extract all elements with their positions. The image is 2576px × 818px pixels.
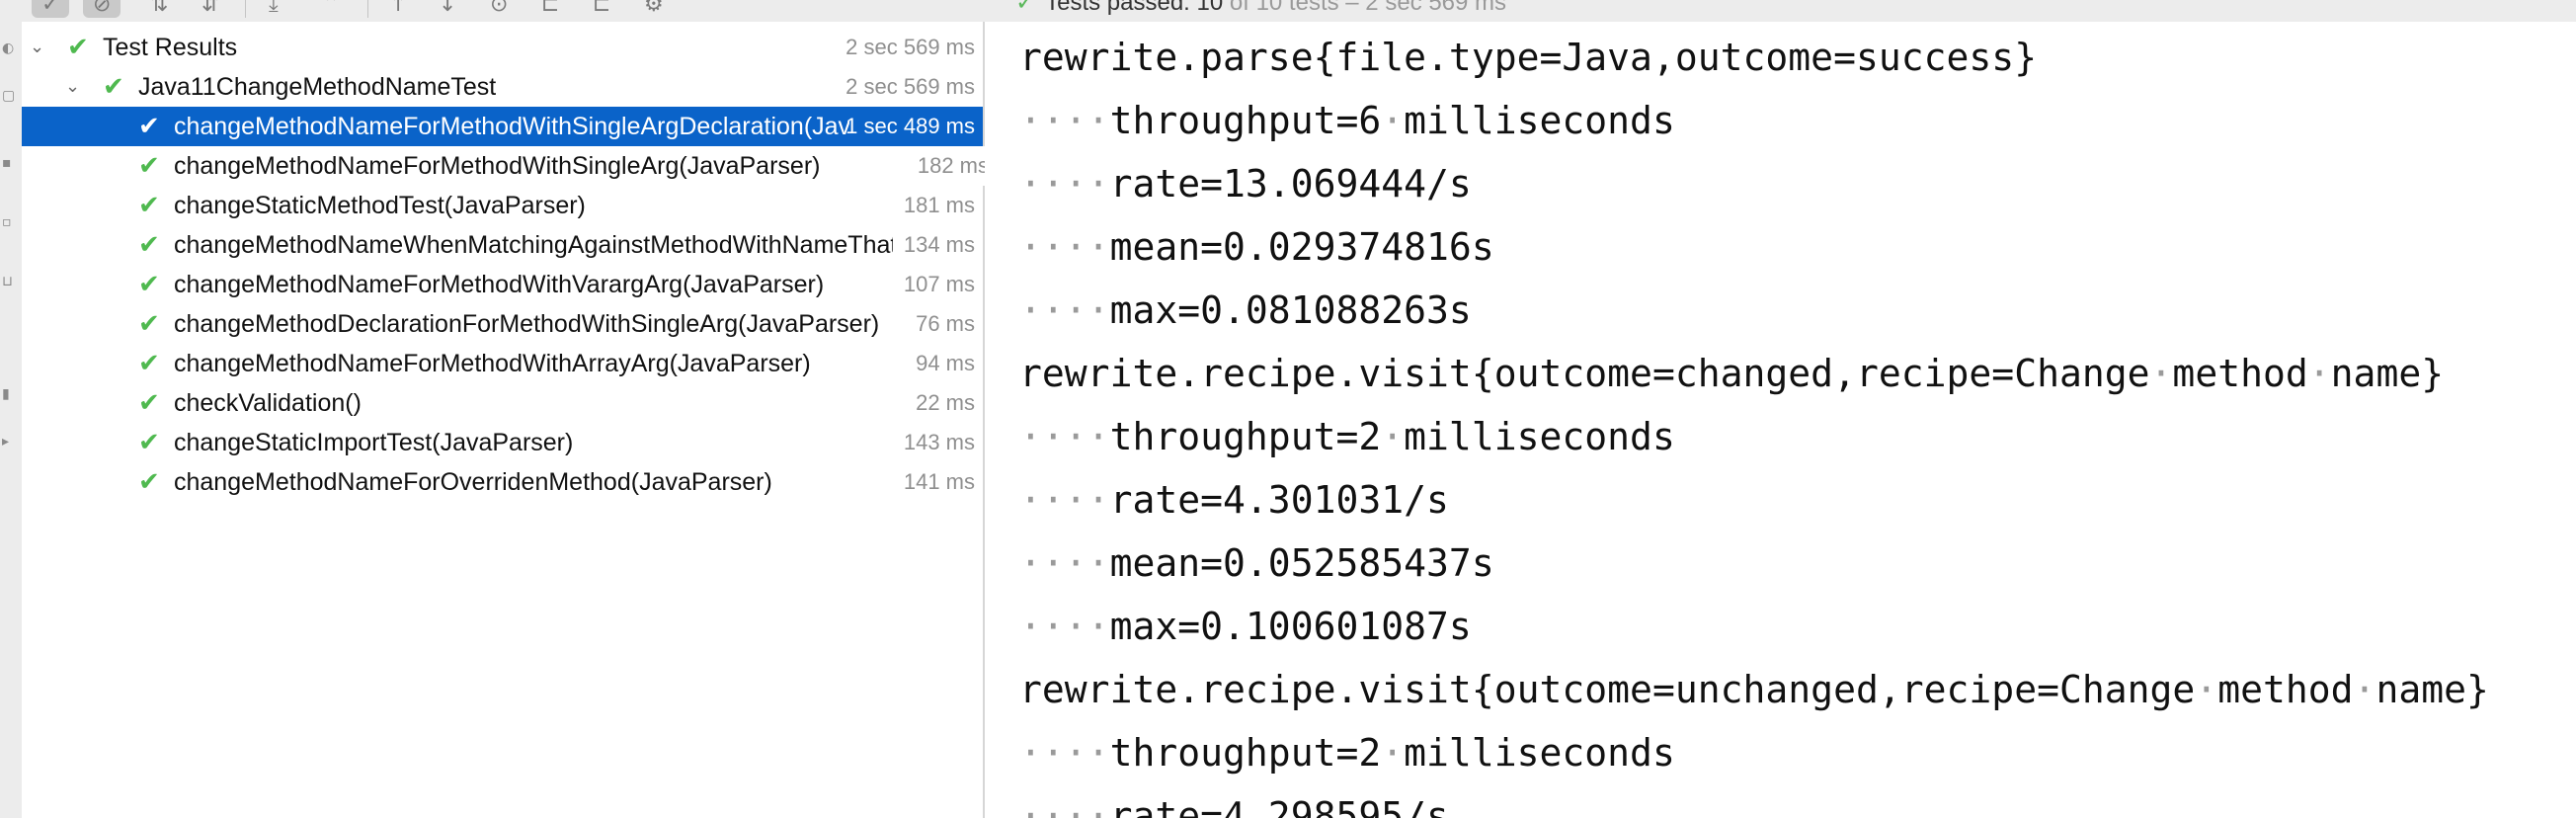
test-name: changeStaticMethodTest(JavaParser)	[174, 192, 586, 219]
import-tests-icon[interactable]: ⊙	[490, 0, 508, 16]
sort-by-duration-icon[interactable]: ⇵	[201, 0, 219, 16]
passed-check-icon: ✔	[138, 428, 160, 457]
test-row[interactable]: ✔ changeMethodNameForOverridenMethod(Jav…	[22, 462, 983, 502]
passed-check-icon: ✔	[138, 349, 160, 378]
test-duration: 2 sec 569 ms	[845, 74, 975, 99]
export-results-icon[interactable]: ▫	[2, 215, 16, 229]
status-passed-count: Tests passed: 10	[1045, 0, 1224, 16]
test-row[interactable]: ✔ changeMethodNameWhenMatchingAgainstMet…	[22, 225, 983, 265]
passed-check-icon: ✔	[67, 33, 89, 62]
chevron-down-icon[interactable]: ⌄	[65, 67, 80, 107]
console-line: ····throughput=6·milliseconds	[1019, 99, 1675, 142]
next-failed-icon[interactable]: ↓	[439, 0, 456, 16]
test-row-selected[interactable]: ✔ changeMethodNameForMethodWithSingleArg…	[22, 107, 983, 146]
ignored-icon: ⊘	[93, 0, 112, 17]
test-name: changeStaticImportTest(JavaParser)	[174, 429, 574, 456]
passed-check-icon: ✔	[138, 270, 160, 299]
console-line: ····throughput=2·milliseconds	[1019, 731, 1675, 775]
passed-check-icon: ✔	[138, 388, 160, 418]
toolbar-separator	[245, 0, 246, 18]
test-row[interactable]: ✔ changeMethodDeclarationForMethodWithSi…	[22, 304, 983, 344]
test-duration: 107 ms	[903, 272, 975, 296]
console-output-panel[interactable]: rewrite.parse{file.type=Java,outcome=suc…	[985, 22, 2576, 818]
test-row[interactable]: ✔ changeMethodNameForMethodWithVarargArg…	[22, 265, 983, 304]
test-name: changeMethodNameWhenMatchingAgainstMetho…	[174, 231, 893, 259]
chevron-down-icon[interactable]: ⌄	[30, 28, 44, 67]
test-name: changeMethodNameForMethodWithSingleArgDe…	[174, 113, 849, 140]
toolbar-separator	[367, 0, 368, 18]
console-line: rewrite.parse{file.type=Java,outcome=suc…	[1019, 36, 2038, 79]
test-name: changeMethodNameForOverridenMethod(JavaP…	[174, 468, 772, 496]
rerun-icon[interactable]: ◐	[2, 41, 16, 55]
settings-gear-icon[interactable]: ⚙	[644, 0, 664, 16]
sort-alphabetically-icon[interactable]: ⇅	[150, 0, 168, 16]
expand-all-icon[interactable]: ⤓	[269, 0, 279, 16]
console-line: ····rate=4.298595/s	[1019, 794, 1449, 818]
tree-suite-node[interactable]: ⌄ ✔ Java11ChangeMethodNameTest 2 sec 569…	[22, 67, 983, 107]
console-line: ····max=0.081088263s	[1019, 288, 1472, 332]
console-line: rewrite.recipe.visit{outcome=changed,rec…	[1019, 352, 2445, 395]
console-line: ····rate=4.301031/s	[1019, 478, 1449, 522]
test-results-tree: ⌄ ✔ Test Results 2 sec 569 ms ⌄ ✔ Java11…	[22, 22, 995, 818]
passed-check-icon: ✔	[138, 151, 160, 181]
print-icon[interactable]: ⊔	[2, 275, 16, 288]
passed-check-icon: ✔	[103, 72, 124, 102]
test-duration: 76 ms	[916, 311, 975, 336]
test-name: changeMethodNameForMethodWithVarargArg(J…	[174, 271, 825, 298]
history-icon[interactable]: ⊏	[593, 0, 610, 16]
test-duration: 134 ms	[903, 232, 975, 257]
test-row[interactable]: ✔ changeStaticMethodTest(JavaParser) 181…	[22, 186, 983, 225]
layout-icon[interactable]: ▮	[2, 387, 16, 401]
console-line: ····throughput=2·milliseconds	[1019, 415, 1675, 458]
test-duration: 143 ms	[903, 430, 975, 454]
console-line: ····mean=0.029374816s	[1019, 225, 1494, 269]
test-runner-toolbar: ✓ ⊘ ⇅ ⇵ ⤓ ⌃ ↑ ↓ ⊙ ⊏ ⊏ ⚙ ✓ Tests passed: 1…	[0, 0, 2576, 23]
passed-check-icon: ✔	[138, 112, 160, 141]
tree-node-label: Java11ChangeMethodNameTest	[138, 73, 497, 101]
test-name: changeMethodDeclarationForMethodWithSing…	[174, 310, 880, 338]
passed-check-icon: ✔	[138, 191, 160, 220]
previous-failed-icon[interactable]: ↑	[389, 0, 407, 16]
export-icon[interactable]: ⊏	[541, 0, 559, 16]
test-name: changeMethodNameForMethodWithSingleArg(J…	[174, 152, 821, 180]
console-line: ····max=0.100601087s	[1019, 605, 1472, 648]
test-duration: 181 ms	[903, 193, 975, 217]
passed-check-icon: ✔	[138, 309, 160, 339]
passed-check-icon: ✔	[138, 230, 160, 260]
test-duration: 182 ms	[911, 146, 995, 186]
tree-root-test-results[interactable]: ⌄ ✔ Test Results 2 sec 569 ms	[22, 28, 983, 67]
console-line: rewrite.recipe.visit{outcome=unchanged,r…	[1019, 668, 2489, 711]
console-line: ····rate=13.069444/s	[1019, 162, 1472, 205]
tree-node-label: Test Results	[103, 34, 238, 61]
test-duration: 2 sec 569 ms	[845, 35, 975, 59]
passed-check-icon: ✔	[138, 467, 160, 497]
test-duration: 94 ms	[916, 351, 975, 375]
checkmark-icon: ✓	[41, 0, 60, 17]
test-duration: 1 sec 489 ms	[845, 114, 975, 138]
test-row[interactable]: ✔ changeMethodNameForMethodWithArrayArg(…	[22, 344, 983, 383]
status-summary: of 10 tests – 2 sec 569 ms	[1223, 0, 1507, 16]
collapse-all-icon[interactable]: ⌃	[322, 0, 340, 16]
stop-icon[interactable]: ▢	[2, 89, 16, 103]
test-name: changeMethodNameForMethodWithArrayArg(Ja…	[174, 350, 811, 377]
test-row[interactable]: ✔ changeMethodNameForMethodWithSingleArg…	[22, 146, 995, 186]
console-line: ····mean=0.052585437s	[1019, 541, 1494, 585]
test-duration: 141 ms	[903, 469, 975, 494]
test-row[interactable]: ✔ checkValidation() 22 ms	[22, 383, 983, 423]
pin-icon[interactable]: ▪	[2, 156, 16, 170]
tests-status-label: ✓ Tests passed: 10 of 10 tests – 2 sec 56…	[1015, 0, 1506, 17]
test-name: checkValidation()	[174, 389, 362, 417]
tool-window-gutter: ◐ ▢ ▪ ▫ ⊔ ▮ ▸	[0, 22, 23, 818]
test-row[interactable]: ✔ changeStaticImportTest(JavaParser) 143…	[22, 423, 983, 462]
passed-checkmark-icon: ✓	[1015, 0, 1036, 16]
test-duration: 22 ms	[916, 390, 975, 415]
pointer-icon[interactable]: ▸	[2, 435, 16, 449]
